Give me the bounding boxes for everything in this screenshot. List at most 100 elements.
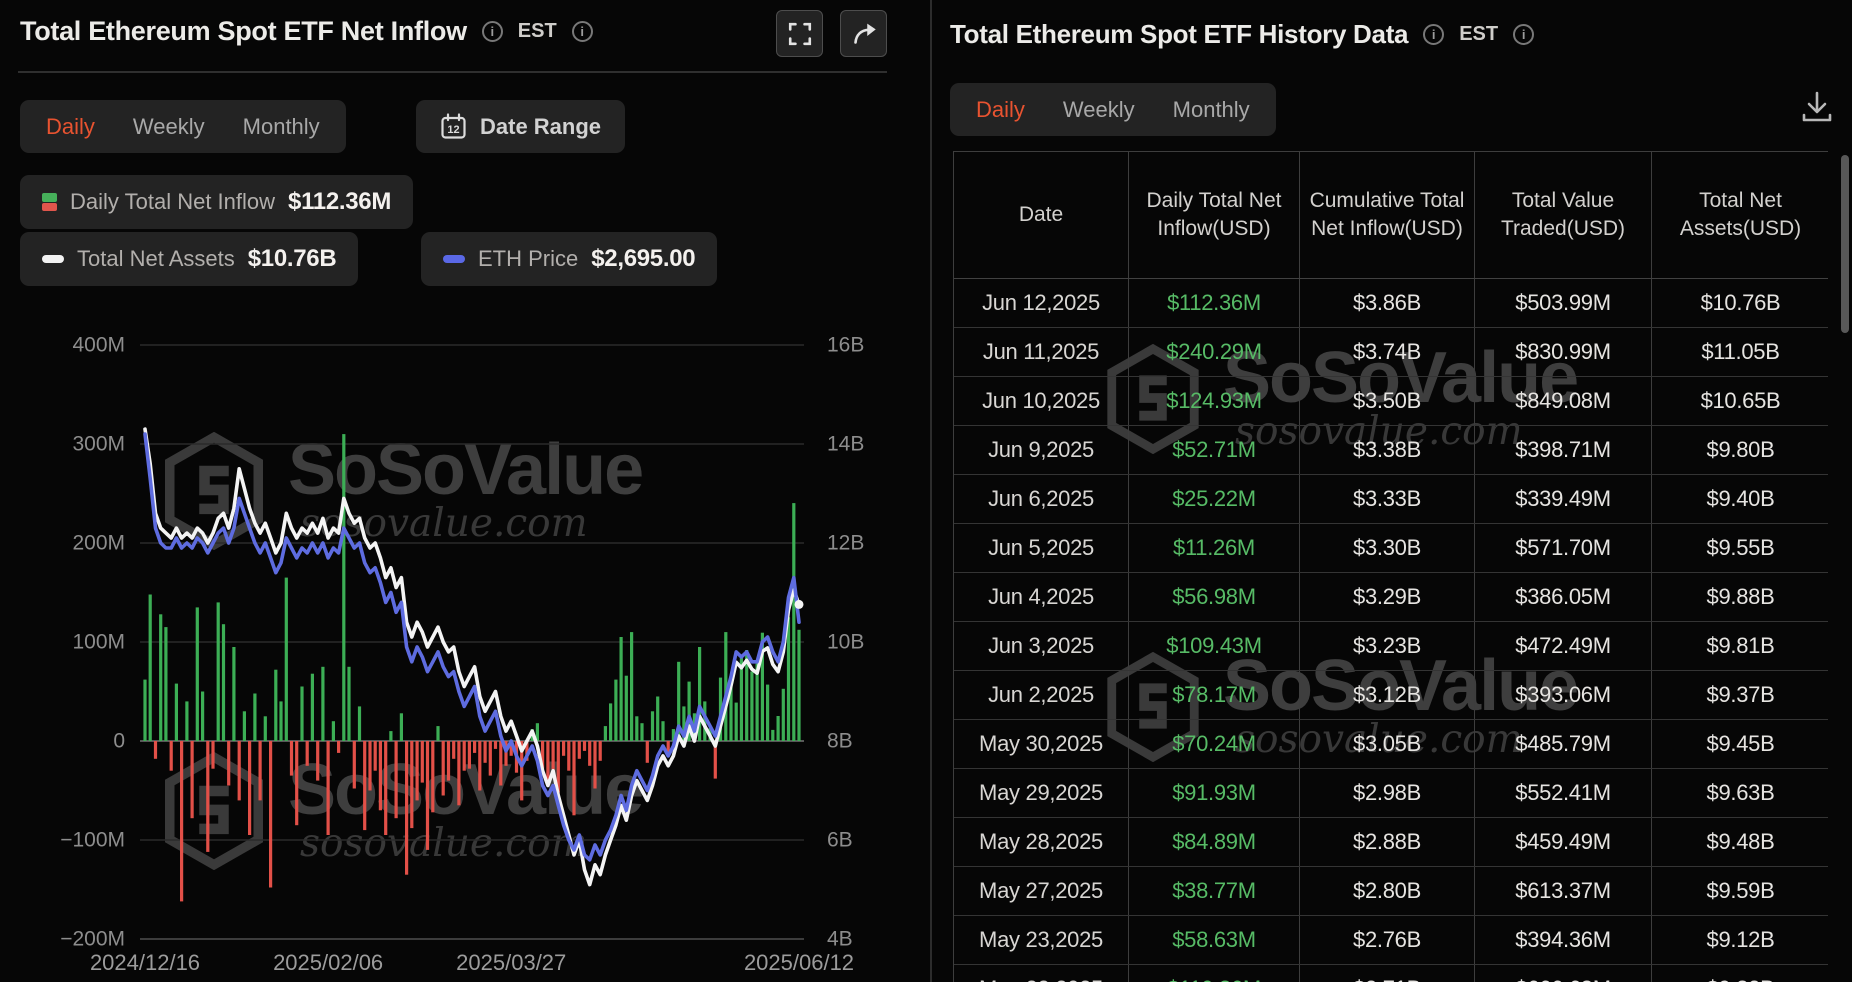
y-axis-left-label: 400M xyxy=(72,334,125,357)
table-cell-traded: $552.41M xyxy=(1475,769,1652,817)
table-cell-assets: $9.48B xyxy=(1652,818,1829,866)
y-axis-right-label: 10B xyxy=(827,631,864,654)
table-cell-cumulative: $3.33B xyxy=(1300,475,1475,523)
inflow-bar-positive xyxy=(185,701,188,741)
inflow-bar-positive xyxy=(164,627,167,741)
inflow-bar-negative xyxy=(599,741,602,761)
table-scrollbar[interactable] xyxy=(1841,155,1849,333)
inflow-bar-positive xyxy=(347,667,350,741)
timezone-label: EST xyxy=(1459,23,1498,46)
tab-weekly[interactable]: Weekly xyxy=(1044,97,1154,123)
table-cell-assets: $10.65B xyxy=(1652,377,1829,425)
table-cell-cumulative: $3.30B xyxy=(1300,524,1475,572)
inflow-bar-positive xyxy=(243,711,246,741)
inflow-bar-positive xyxy=(777,716,780,741)
inflow-bar-negative xyxy=(473,741,476,753)
inflow-bar-positive xyxy=(609,703,612,741)
table-header-row: DateDaily Total Net Inflow(USD)Cumulativ… xyxy=(954,152,1828,279)
inflow-bar-positive xyxy=(279,701,282,741)
table-cell-date: Jun 5,2025 xyxy=(954,524,1129,572)
inflow-bar-positive xyxy=(149,595,152,742)
table-row: Jun 11,2025$240.29M$3.74B$830.99M$11.05B xyxy=(954,328,1828,377)
table-cell-date: May 28,2025 xyxy=(954,818,1129,866)
net-inflow-chart-panel: Total Ethereum Spot ETF Net Inflow i EST… xyxy=(0,0,930,982)
table-cell-date: Jun 6,2025 xyxy=(954,475,1129,523)
y-axis-right-label: 14B xyxy=(827,433,864,456)
x-axis-label: 2024/12/16 xyxy=(90,950,200,975)
tab-daily[interactable]: Daily xyxy=(957,97,1044,123)
tab-monthly[interactable]: Monthly xyxy=(1154,97,1269,123)
history-table: DateDaily Total Net Inflow(USD)Cumulativ… xyxy=(953,151,1828,982)
table-cell-traded: $394.36M xyxy=(1475,916,1652,964)
column-header: Date xyxy=(954,152,1129,278)
table-cell-cumulative: $2.71B xyxy=(1300,965,1475,982)
table-cell-date: May 30,2025 xyxy=(954,720,1129,768)
table-cell-daily: $84.89M xyxy=(1129,818,1300,866)
inflow-bar-negative xyxy=(353,741,356,789)
inflow-bar-negative xyxy=(416,741,419,800)
download-icon xyxy=(1798,88,1836,126)
x-axis-label: 2025/03/27 xyxy=(456,950,566,975)
table-cell-date: May 27,2025 xyxy=(954,867,1129,915)
inflow-bar-positive xyxy=(771,730,774,741)
y-axis-left-label: −200M xyxy=(60,928,125,951)
inflow-bar-positive xyxy=(436,726,439,741)
inflow-bar-positive xyxy=(766,685,769,741)
net-inflow-chart[interactable]: 400M16B300M14B200M12B100M10B08B−100M6B−2… xyxy=(0,0,930,982)
table-cell-cumulative: $3.23B xyxy=(1300,622,1475,670)
inflow-bar-negative xyxy=(248,741,251,835)
inflow-bar-negative xyxy=(170,741,173,771)
inflow-bar-negative xyxy=(290,741,293,776)
download-button[interactable] xyxy=(1798,88,1836,131)
table-row: May 29,2025$91.93M$2.98B$552.41M$9.63B xyxy=(954,769,1828,818)
inflow-bar-negative xyxy=(499,741,502,786)
x-axis-label: 2025/02/06 xyxy=(273,950,383,975)
table-cell-daily: $38.77M xyxy=(1129,867,1300,915)
table-cell-cumulative: $3.05B xyxy=(1300,720,1475,768)
inflow-bar-positive xyxy=(625,676,628,741)
inflow-bar-negative xyxy=(421,741,424,783)
inflow-bar-positive xyxy=(750,672,753,742)
inflow-bar-negative xyxy=(572,741,575,815)
inflow-bar-negative xyxy=(211,741,214,769)
table-row: May 22,2025$110.86M$2.71B$666.63M$9.32B xyxy=(954,965,1828,982)
inflow-bar-positive xyxy=(143,680,146,741)
inflow-bar-negative xyxy=(405,741,408,875)
inflow-bar-positive xyxy=(285,578,288,741)
table-cell-traded: $398.71M xyxy=(1475,426,1652,474)
inflow-bar-negative xyxy=(431,741,434,812)
inflow-bar-negative xyxy=(562,741,565,756)
info-icon[interactable]: i xyxy=(1423,24,1444,45)
column-header: Total Net Assets(USD) xyxy=(1652,152,1829,278)
inflow-bar-negative xyxy=(646,741,649,763)
table-cell-traded: $613.37M xyxy=(1475,867,1652,915)
info-icon[interactable]: i xyxy=(1513,24,1534,45)
inflow-bar-negative xyxy=(484,741,487,763)
inflow-bar-negative xyxy=(410,741,413,828)
inflow-bar-positive xyxy=(311,674,314,741)
inflow-bar-negative xyxy=(395,741,398,818)
table-cell-traded: $485.79M xyxy=(1475,720,1652,768)
inflow-bar-positive xyxy=(620,637,623,741)
table-cell-date: Jun 4,2025 xyxy=(954,573,1129,621)
inflow-bar-positive xyxy=(358,706,361,741)
column-header: Daily Total Net Inflow(USD) xyxy=(1129,152,1300,278)
table-cell-daily: $70.24M xyxy=(1129,720,1300,768)
inflow-bar-negative xyxy=(583,741,586,751)
table-row: Jun 12,2025$112.36M$3.86B$503.99M$10.76B xyxy=(954,279,1828,328)
inflow-bar-positive xyxy=(756,664,759,741)
inflow-bar-positive xyxy=(253,694,256,742)
table-cell-cumulative: $3.86B xyxy=(1300,279,1475,327)
column-header: Cumulative Total Net Inflow(USD) xyxy=(1300,152,1475,278)
inflow-bar-positive xyxy=(321,667,324,741)
table-cell-assets: $9.88B xyxy=(1652,573,1829,621)
table-cell-cumulative: $3.38B xyxy=(1300,426,1475,474)
table-cell-traded: $830.99M xyxy=(1475,328,1652,376)
table-cell-traded: $849.08M xyxy=(1475,377,1652,425)
table-cell-date: Jun 11,2025 xyxy=(954,328,1129,376)
inflow-bar-negative xyxy=(468,741,471,769)
table-row: Jun 10,2025$124.93M$3.50B$849.08M$10.65B xyxy=(954,377,1828,426)
inflow-bar-negative xyxy=(452,741,455,759)
inflow-bar-negative xyxy=(227,741,230,786)
inflow-bar-negative xyxy=(259,741,262,800)
